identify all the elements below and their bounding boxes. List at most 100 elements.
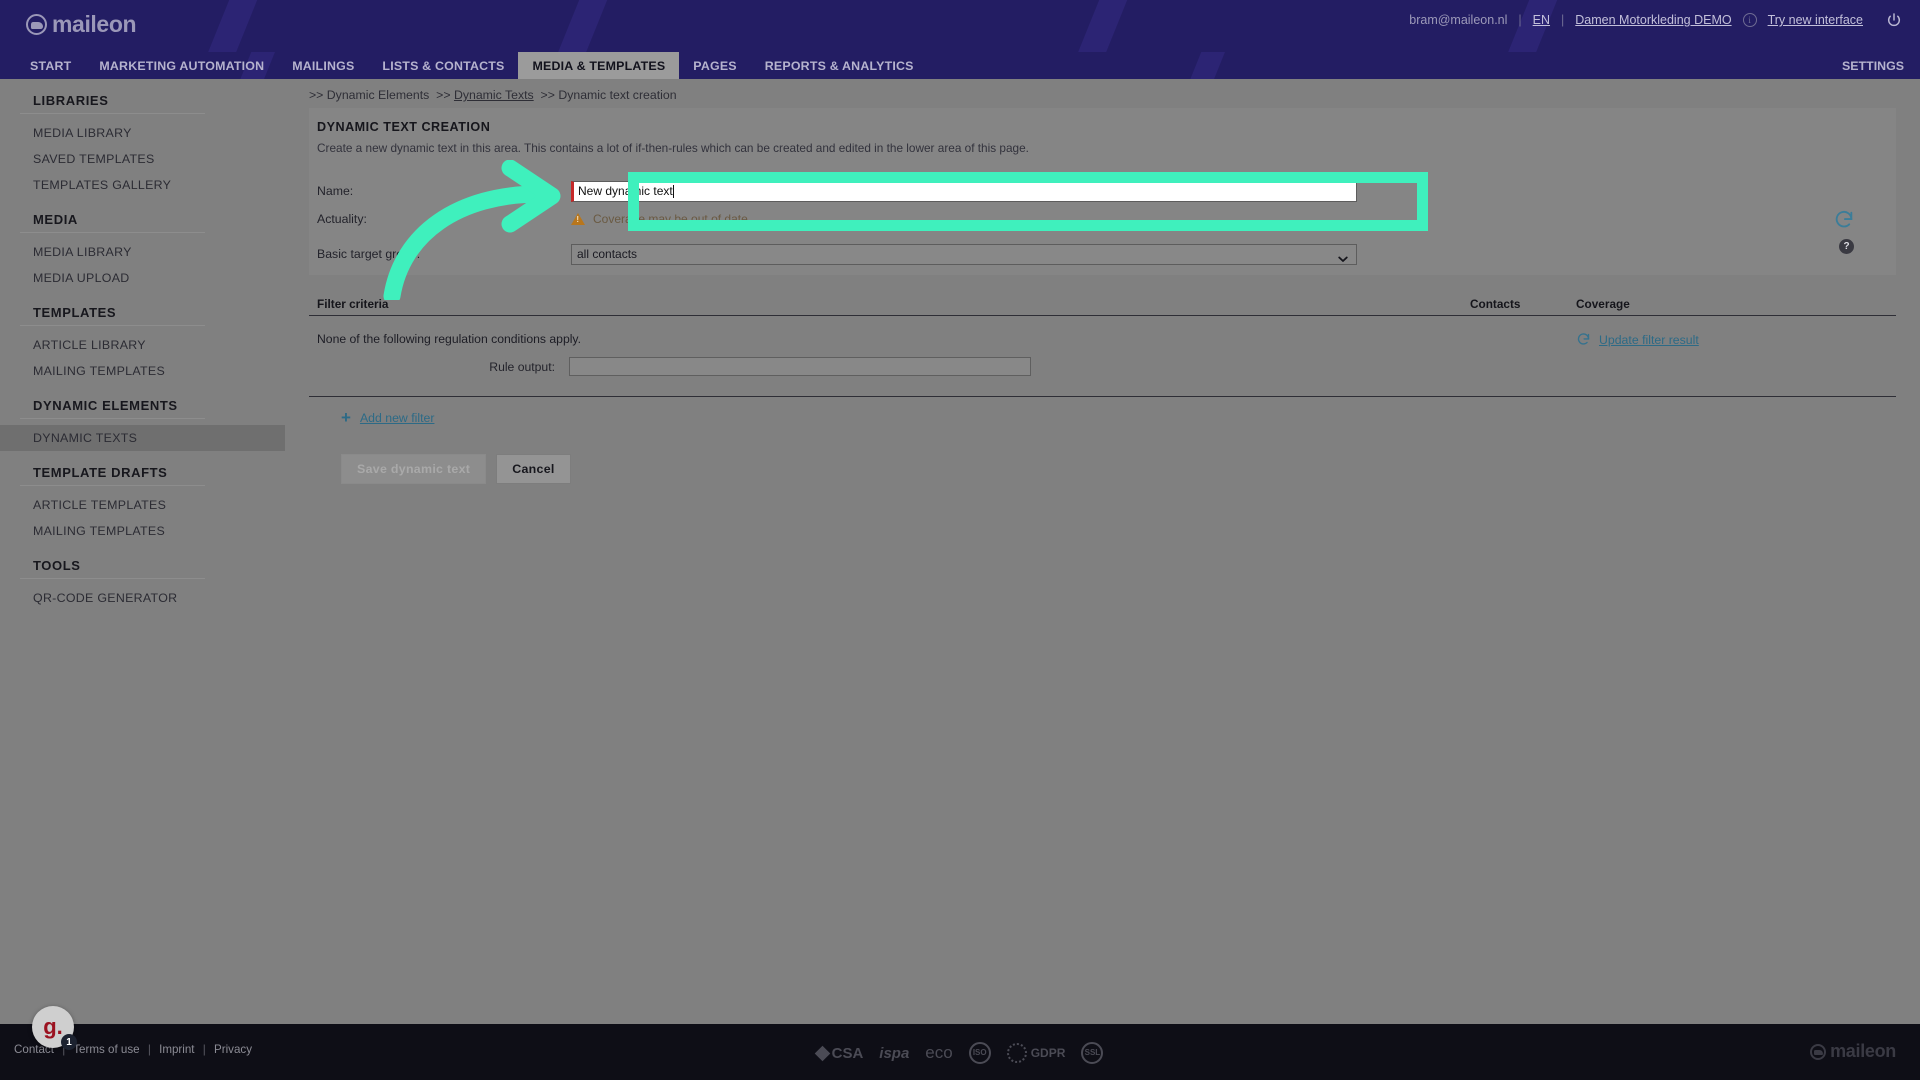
form-row-name: Name: New dynamic text [309,177,1896,205]
page-subtitle: Create a new dynamic text in this area. … [317,141,1029,155]
name-input[interactable]: New dynamic text [571,180,1357,202]
target-group-select-wrap: all contacts [571,243,1357,265]
rule-output-input[interactable] [569,357,1031,376]
account-link[interactable]: Damen Motorkleding DEMO [1575,13,1731,27]
csa-logo-icon: CSA [814,1044,864,1062]
diamond-shape [814,1045,830,1061]
text-caret [672,184,674,198]
save-dynamic-text-button[interactable]: Save dynamic text [341,454,487,484]
top-right-utilities: bram@maileon.nl | EN | Damen Motorkledin… [1409,12,1902,28]
sidebar-group-title: DYNAMIC ELEMENTS [33,398,178,413]
column-header-contacts: Contacts [1470,297,1521,311]
gdpr-label: GDPR [1030,1046,1066,1060]
sidebar-item-media-upload[interactable]: MEDIA UPLOAD [0,265,285,291]
rule-output-row: Rule output: [309,357,1470,376]
try-new-interface-link[interactable]: Try new interface [1768,13,1863,27]
help-widget-button[interactable]: g. 1 [32,1006,77,1050]
language-switcher[interactable]: EN [1533,13,1550,27]
update-filter-result-button[interactable]: Update filter result [1576,332,1699,347]
add-new-filter-label: Add new filter [359,411,435,425]
nav-item-start[interactable]: START [16,52,85,79]
sidebar-item-dynamic-texts[interactable]: DYNAMIC TEXTS [0,425,285,451]
breadcrumb: >> Dynamic Elements >> Dynamic Texts >> … [285,79,1920,108]
breadcrumb-item-dynamic-texts[interactable]: Dynamic Texts [454,88,534,102]
dynamic-text-form: Name: New dynamic text Actuality: Covera… [309,177,1896,275]
sidebar-item-article-library[interactable]: ARTICLE LIBRARY [0,332,285,358]
target-group-select[interactable]: all contacts [571,243,1357,265]
no-conditions-text: None of the following regulation conditi… [317,332,582,346]
sidebar-item-templates-gallery[interactable]: TEMPLATES GALLERY [0,172,285,198]
eu-stars-icon [1006,1043,1027,1063]
rule-output-label: Rule output: [489,359,555,374]
sidebar-group-dynamic-elements: DYNAMIC ELEMENTS DYNAMIC TEXTS [0,398,285,451]
divider [309,396,1896,397]
divider [20,578,205,579]
cancel-button[interactable]: Cancel [496,454,571,484]
iso-logo-icon: ISO [968,1042,991,1064]
csa-label: CSA [831,1044,864,1062]
sidebar-item-article-templates[interactable]: ARTICLE TEMPLATES [0,492,285,518]
separator: | [1518,13,1522,27]
decor-stripe [527,0,619,52]
nav-item-marketing-automation[interactable]: MARKETING AUTOMATION [85,52,278,79]
sidebar-group-title: TEMPLATES [33,305,117,320]
refresh-icon[interactable] [1833,209,1855,231]
app-root: maileon bram@maileon.nl | EN | Damen Mot… [0,0,1920,1080]
breadcrumb-item-dynamic-elements: Dynamic Elements [326,88,430,102]
add-new-filter-button[interactable]: + Add new filter [341,408,1896,427]
breadcrumb-sep-3: >> [540,88,555,102]
sidebar-group-template-drafts: TEMPLATE DRAFTS ARTICLE TEMPLATES MAILIN… [0,465,285,544]
decor-stripe [177,0,269,52]
separator: | [1561,13,1565,27]
actuality-warning-text: Coverage may be out of date [593,212,748,226]
sidebar-item-qr-code-generator[interactable]: QR-CODE GENERATOR [0,585,285,611]
sidebar-group-title: TOOLS [33,558,81,573]
sidebar-item-mailing-templates[interactable]: MAILING TEMPLATES [0,358,285,384]
target-group-label: Basic target group: [317,247,421,261]
sidebar-group-templates: TEMPLATES ARTICLE LIBRARY MAILING TEMPLA… [0,305,285,384]
sidebar-item-media-library[interactable]: MEDIA LIBRARY [0,120,285,146]
panel-header: DYNAMIC TEXT CREATION Create a new dynam… [309,108,1896,275]
sidebar-item-mailing-templates-2[interactable]: MAILING TEMPLATES [0,518,285,544]
user-email: bram@maileon.nl [1409,13,1508,27]
nav-item-media-templates[interactable]: MEDIA & TEMPLATES [518,52,680,79]
footer-certifications: CSA ispa eco ISO GDPR SSL [0,1042,1920,1064]
footer-maileon-logo: maileon [1810,1041,1896,1062]
filter-table-row: None of the following regulation conditi… [309,316,1896,376]
sidebar-item-media-library-2[interactable]: MEDIA LIBRARY [0,239,285,265]
warning-triangle-icon [571,213,585,225]
power-icon[interactable] [1886,12,1902,28]
form-actions: Save dynamic text Cancel [341,454,1896,484]
sidebar-group-libraries: LIBRARIES MEDIA LIBRARY SAVED TEMPLATES … [0,93,285,198]
maileon-logo-text: maileon [52,11,137,37]
help-widget-label: g. [43,1014,63,1039]
plus-icon: + [341,408,351,427]
main-nav: START MARKETING AUTOMATION MAILINGS LIST… [0,52,1920,79]
info-circle-icon[interactable]: i [1742,13,1757,27]
filter-row-left: None of the following regulation conditi… [309,332,1470,376]
maileon-logo[interactable]: maileon [26,11,137,38]
page-title: DYNAMIC TEXT CREATION [317,120,491,134]
maileon-logo-icon [1810,1043,1827,1060]
sidebar-item-saved-templates[interactable]: SAVED TEMPLATES [0,146,285,172]
column-header-coverage: Coverage [1576,297,1630,311]
form-row-target-group: Basic target group: all contacts ? [309,233,1896,275]
help-circle-icon[interactable]: ? [1839,239,1854,254]
nav-item-lists-contacts[interactable]: LISTS & CONTACTS [368,52,518,79]
divider [20,418,205,419]
form-row-actuality: Actuality: Coverage may be out of date [309,205,1896,233]
column-header-filter-criteria: Filter criteria [317,297,389,311]
actuality-warning: Coverage may be out of date [571,212,748,226]
sidebar-group-media: MEDIA MEDIA LIBRARY MEDIA UPLOAD [0,212,285,291]
update-filter-result-label: Update filter result [1599,332,1699,347]
sidebar: LIBRARIES MEDIA LIBRARY SAVED TEMPLATES … [0,79,285,1080]
footer-logo-text: maileon [1830,1041,1896,1061]
nav-item-settings[interactable]: SETTINGS [1842,52,1904,79]
nav-item-list: START MARKETING AUTOMATION MAILINGS LIST… [0,52,928,79]
nav-item-reports-analytics[interactable]: REPORTS & ANALYTICS [751,52,928,79]
body-wrapper: LIBRARIES MEDIA LIBRARY SAVED TEMPLATES … [0,79,1920,1080]
filter-table-header: Filter criteria Contacts Coverage [309,297,1896,316]
nav-item-mailings[interactable]: MAILINGS [278,52,368,79]
actuality-label: Actuality: [317,212,367,226]
nav-item-pages[interactable]: PAGES [679,52,750,79]
